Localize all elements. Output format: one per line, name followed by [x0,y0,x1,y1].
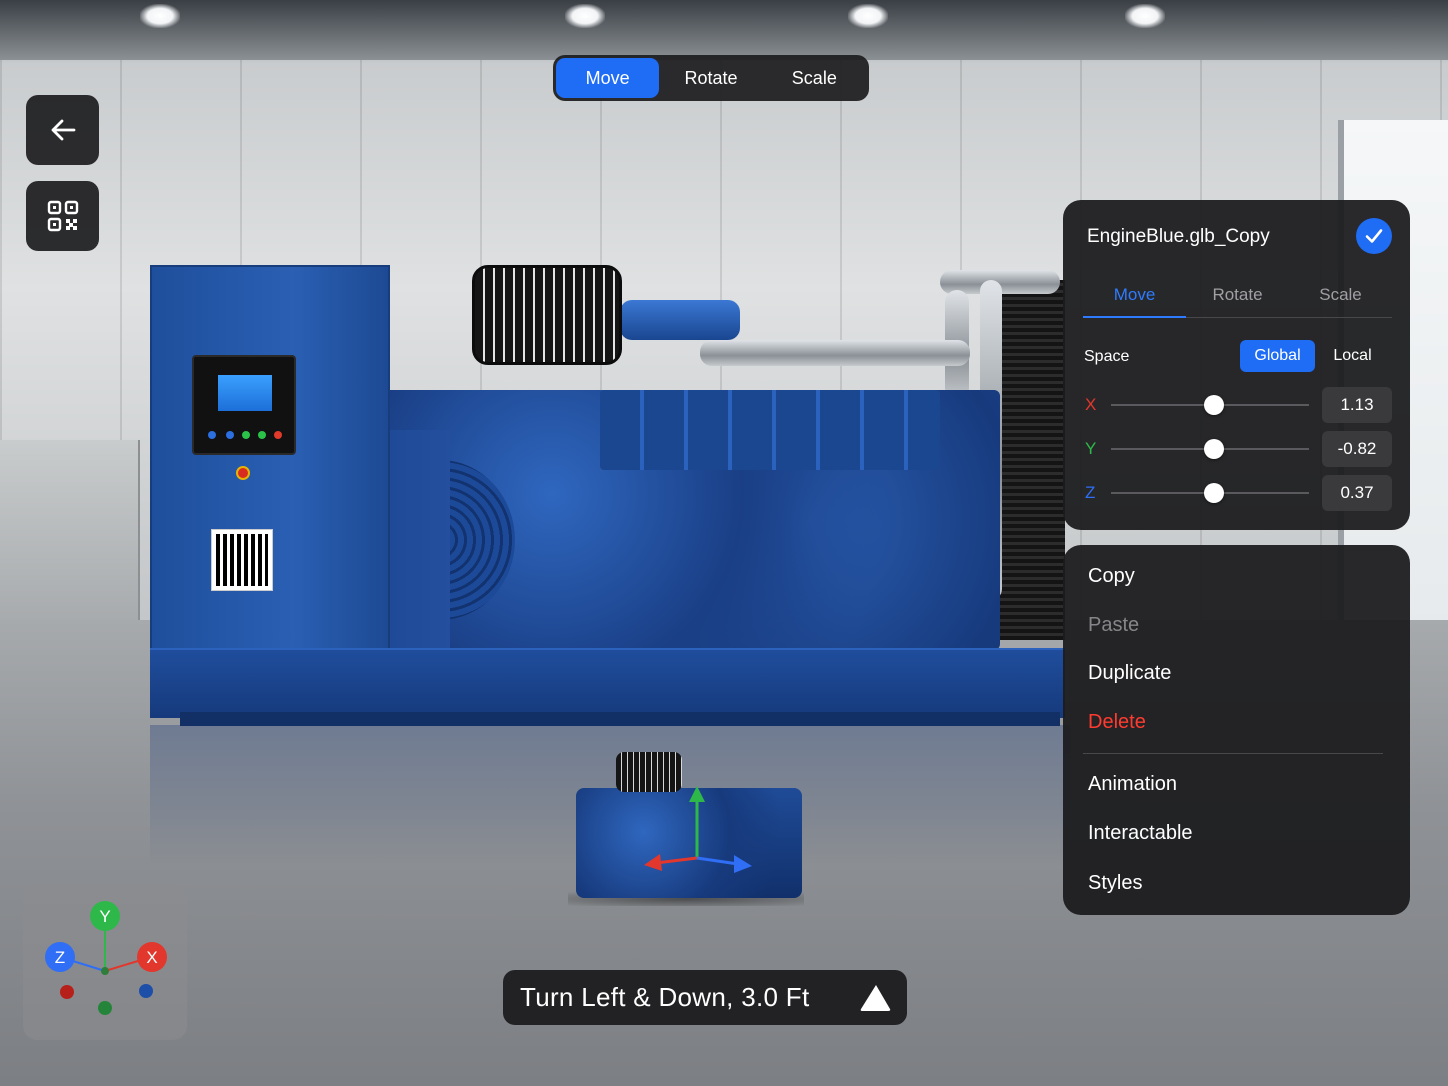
object-name: EngineBlue.glb_Copy [1087,226,1270,247]
x-axis-row: X 1.13 [1083,387,1392,423]
space-local-option[interactable]: Local [1315,340,1390,372]
air-filter [472,265,622,365]
ceiling-light [848,4,888,28]
object-context-menu: Copy Paste Duplicate Delete Animation In… [1063,545,1410,915]
orientation-y-label: Y [99,907,110,926]
confirm-button[interactable] [1356,218,1392,254]
orientation-widget[interactable]: Y Z X [23,885,187,1040]
checkmark-icon [1365,229,1383,243]
back-button[interactable] [26,95,99,165]
menu-copy[interactable]: Copy [1088,565,1135,588]
menu-animation[interactable]: Animation [1088,773,1177,796]
gizmo-z-arrow[interactable] [734,855,752,873]
orientation-x-label: X [146,948,157,967]
ar-engine-model[interactable] [568,752,804,906]
x-value-field[interactable]: 1.13 [1322,387,1392,423]
gizmo-y-arrow[interactable] [689,786,705,802]
orientation-neg-y-handle[interactable] [98,1001,112,1015]
z-axis-label: Z [1085,483,1096,502]
hint-text: Turn Left & Down, 3.0 Ft [520,982,810,1012]
orientation-origin [101,967,109,975]
mode-move-button[interactable]: Move [556,58,660,98]
transform-mode-bar: Move Rotate Scale [553,55,869,101]
ceiling-light [140,4,180,28]
generator-control-cabinet [150,265,390,680]
space-label: Space [1084,348,1130,365]
arrow-left-icon [51,119,75,141]
transform-panel: EngineBlue.glb_Copy Move Rotate Scale Sp… [1063,200,1410,530]
ar-camera-scene [0,0,1448,1086]
menu-duplicate[interactable]: Duplicate [1088,662,1171,685]
orientation-z-label: Z [55,948,65,967]
orientation-neg-x-handle[interactable] [60,985,74,999]
gizmo-x-axis[interactable] [655,856,698,865]
scan-qr-button[interactable] [26,181,99,251]
control-button [258,431,266,439]
tab-rotate[interactable]: Rotate [1186,272,1289,317]
x-axis-label: X [1085,395,1097,414]
z-axis-row: Z 0.37 [1083,475,1392,511]
z-value-field[interactable]: 0.37 [1322,475,1392,511]
orientation-neg-z-handle[interactable] [139,984,153,998]
space-global-option[interactable]: Global [1240,340,1315,372]
menu-interactable[interactable]: Interactable [1088,822,1193,845]
y-axis-label: Y [1085,439,1097,458]
navigation-hint: Turn Left & Down, 3.0 Ft [503,970,907,1025]
generator-skid [180,712,1060,726]
control-button [208,431,216,439]
z-slider-thumb[interactable] [1203,483,1224,503]
move-gizmo[interactable] [568,752,804,902]
x-slider-thumb[interactable] [1203,395,1224,415]
direction-arrow-icon [860,985,891,1011]
engine-cylinder-heads [600,390,940,470]
y-axis-slider[interactable] [1111,439,1309,459]
ceiling-light [1125,4,1165,28]
orientation-axes-icon: Y Z X [45,901,167,1015]
control-button [242,431,250,439]
y-slider-thumb[interactable] [1203,439,1224,459]
warehouse-ceiling [0,0,1448,60]
control-button [274,431,282,439]
panel-tabs: Move Rotate Scale [1083,272,1392,318]
space-toggle: Global Local [1240,340,1390,372]
z-axis-slider[interactable] [1111,483,1309,503]
menu-styles[interactable]: Styles [1088,872,1142,895]
x-axis-slider[interactable] [1111,395,1309,415]
gizmo-z-axis[interactable] [696,856,739,866]
y-axis-row: Y -0.82 [1083,431,1392,467]
menu-divider [1083,753,1383,754]
control-screen [218,375,272,411]
control-button [226,431,234,439]
mode-rotate-button[interactable]: Rotate [659,58,762,98]
electrical-cabinet [0,440,140,620]
qr-code-sticker [211,529,273,591]
intake-pipe [620,300,740,340]
generator-control-panel [192,355,296,455]
emergency-stop [236,466,250,480]
qr-code-icon [47,200,78,232]
gizmo-x-arrow[interactable] [644,854,662,871]
menu-paste[interactable]: Paste [1088,614,1139,637]
tab-move[interactable]: Move [1083,272,1186,318]
manifold-pipe [700,340,970,366]
menu-delete[interactable]: Delete [1088,711,1146,734]
generator-base [150,648,1065,718]
tab-scale[interactable]: Scale [1289,272,1392,317]
y-value-field[interactable]: -0.82 [1322,431,1392,467]
ceiling-light [565,4,605,28]
mode-scale-button[interactable]: Scale [763,58,866,98]
